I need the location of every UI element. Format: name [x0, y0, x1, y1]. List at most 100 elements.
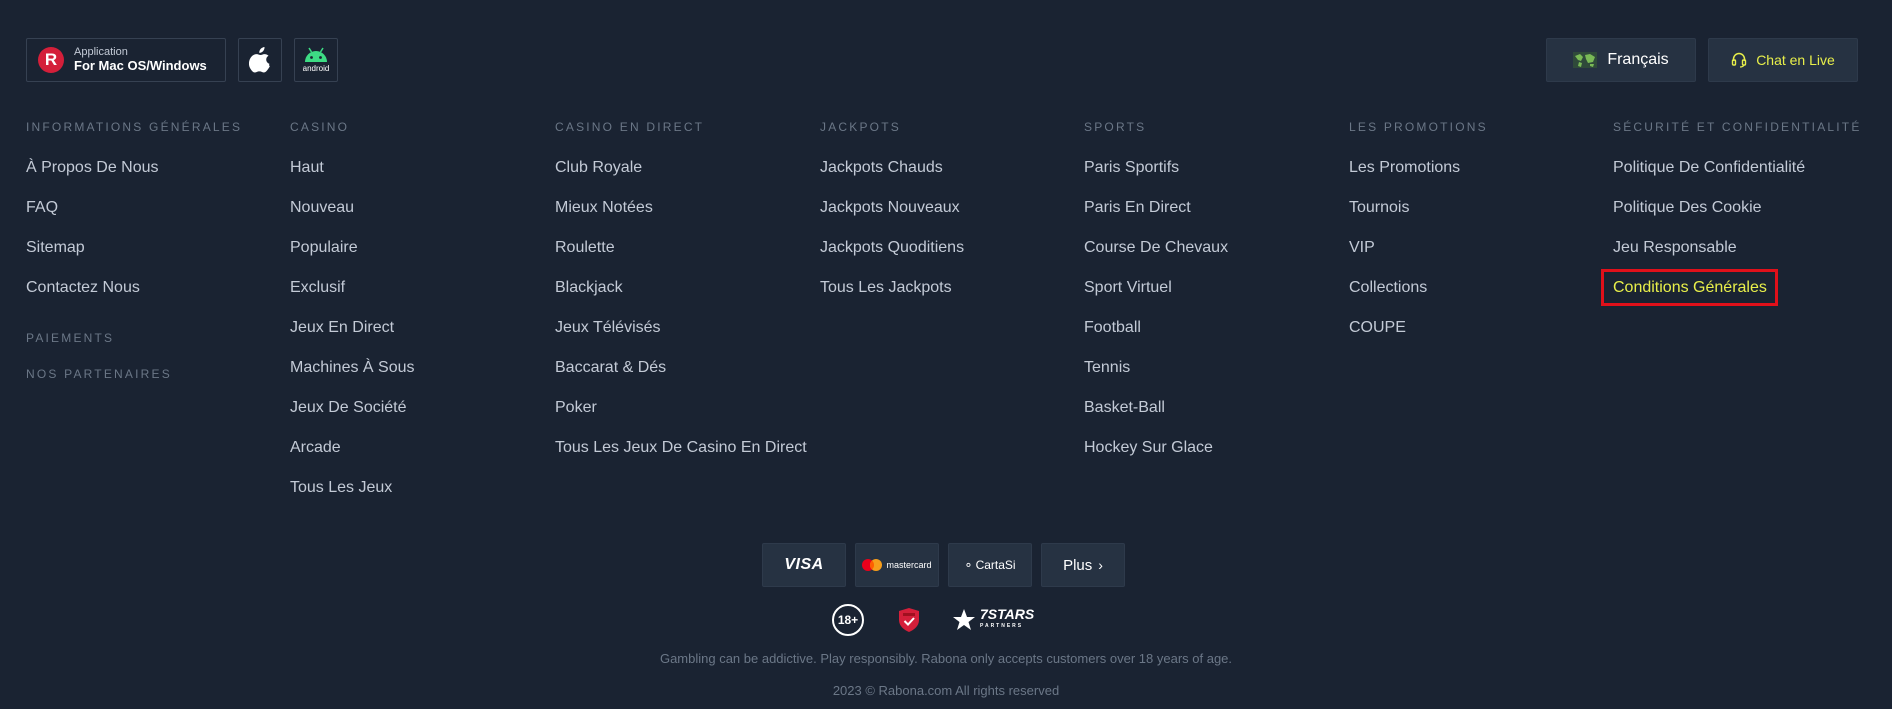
- footer-link[interactable]: Basket-Ball: [1084, 398, 1228, 438]
- footer-link-text[interactable]: Basket-Ball: [1084, 399, 1165, 416]
- payments-heading[interactable]: Paiements: [26, 331, 242, 345]
- footer-link[interactable]: Jeux Télévisés: [555, 318, 807, 358]
- footer-link[interactable]: Course De Chevaux: [1084, 238, 1228, 278]
- footer-link[interactable]: Paris En Direct: [1084, 198, 1228, 238]
- footer-link[interactable]: Sitemap: [26, 238, 242, 278]
- footer-link[interactable]: Contactez Nous: [26, 278, 242, 318]
- footer-link-text[interactable]: Tennis: [1084, 359, 1130, 376]
- footer-link-text[interactable]: FAQ: [26, 199, 58, 216]
- footer-link[interactable]: Hockey Sur Glace: [1084, 438, 1228, 478]
- footer-link-text[interactable]: À Propos De Nous: [26, 159, 159, 176]
- cartasi-logo[interactable]: ∘ CartaSi: [948, 543, 1032, 587]
- footer-link-text[interactable]: VIP: [1349, 239, 1375, 256]
- footer-link[interactable]: Collections: [1349, 278, 1488, 318]
- footer-link-text[interactable]: Jackpots Chauds: [820, 159, 943, 176]
- footer-link-text[interactable]: Jeu Responsable: [1613, 239, 1737, 256]
- footer-link-text[interactable]: Jeux De Société: [290, 399, 407, 416]
- footer-link[interactable]: À Propos De Nous: [26, 158, 242, 198]
- ios-app-button[interactable]: [238, 38, 282, 82]
- footer-link[interactable]: Paris Sportifs: [1084, 158, 1228, 198]
- footer-link-text[interactable]: Exclusif: [290, 279, 345, 296]
- footer-link[interactable]: Politique De Confidentialité: [1613, 158, 1862, 198]
- footer-link[interactable]: Nouveau: [290, 198, 415, 238]
- footer-link-text[interactable]: Politique Des Cookie: [1613, 199, 1762, 216]
- footer-link[interactable]: Jackpots Quoditiens: [820, 238, 964, 278]
- footer-topbar: R Application For Mac OS/Windows android: [26, 38, 1858, 82]
- visa-logo[interactable]: VISA: [762, 543, 846, 587]
- footer-link[interactable]: Football: [1084, 318, 1228, 358]
- footer-link[interactable]: Tous Les Jeux: [290, 478, 415, 518]
- footer-link-text[interactable]: Jackpots Nouveaux: [820, 199, 960, 216]
- footer-link-text[interactable]: Baccarat & Dés: [555, 359, 666, 376]
- live-chat-button[interactable]: Chat en Live: [1708, 38, 1858, 82]
- footer-link[interactable]: Tennis: [1084, 358, 1228, 398]
- footer-link-text[interactable]: Sitemap: [26, 239, 85, 256]
- footer-link-text[interactable]: Football: [1084, 319, 1141, 336]
- footer-link[interactable]: Politique Des Cookie: [1613, 198, 1862, 238]
- desktop-app-button[interactable]: R Application For Mac OS/Windows: [26, 38, 226, 82]
- footer-link[interactable]: Jackpots Nouveaux: [820, 198, 964, 238]
- link-list: Les Promotions Tournois VIP Collections …: [1349, 158, 1488, 358]
- footer-link[interactable]: Baccarat & Dés: [555, 358, 807, 398]
- footer-link[interactable]: FAQ: [26, 198, 242, 238]
- live-chat-label: Chat en Live: [1756, 52, 1835, 68]
- footer-link-text[interactable]: Haut: [290, 159, 324, 176]
- footer-link[interactable]: Les Promotions: [1349, 158, 1488, 198]
- footer-link[interactable]: VIP: [1349, 238, 1488, 278]
- footer-link[interactable]: Poker: [555, 398, 807, 438]
- footer-link-text[interactable]: Roulette: [555, 239, 615, 256]
- footer-link[interactable]: Roulette: [555, 238, 807, 278]
- footer-link-text[interactable]: COUPE: [1349, 319, 1406, 336]
- footer-link-text[interactable]: Collections: [1349, 279, 1427, 296]
- more-payments-button[interactable]: Plus ›: [1041, 543, 1125, 587]
- mastercard-logo[interactable]: mastercard: [855, 543, 939, 587]
- footer-link-text[interactable]: Poker: [555, 399, 597, 416]
- footer-link[interactable]: Haut: [290, 158, 415, 198]
- footer-link-text[interactable]: Paris En Direct: [1084, 199, 1191, 216]
- footer-link-text[interactable]: Hockey Sur Glace: [1084, 439, 1213, 456]
- footer-link-text[interactable]: Paris Sportifs: [1084, 159, 1179, 176]
- language-selector[interactable]: Français: [1546, 38, 1696, 82]
- footer-link-text[interactable]: Tournois: [1349, 199, 1409, 216]
- footer-link-text[interactable]: Machines À Sous: [290, 359, 415, 376]
- footer-link[interactable]: Tous Les Jeux De Casino En Direct: [555, 438, 807, 478]
- footer-link[interactable]: Club Royale: [555, 158, 807, 198]
- footer-link[interactable]: Jackpots Chauds: [820, 158, 964, 198]
- footer-link-text[interactable]: Jackpots Quoditiens: [820, 239, 964, 256]
- android-app-button[interactable]: android: [294, 38, 338, 82]
- footer-link-text[interactable]: Mieux Notées: [555, 199, 653, 216]
- footer-link-text[interactable]: Course De Chevaux: [1084, 239, 1228, 256]
- footer-link[interactable]: Populaire: [290, 238, 415, 278]
- footer-link[interactable]: Sport Virtuel: [1084, 278, 1228, 318]
- footer-link-text[interactable]: Politique De Confidentialité: [1613, 159, 1805, 176]
- footer-link[interactable]: COUPE: [1349, 318, 1488, 358]
- desktop-app-platforms: For Mac OS/Windows: [74, 57, 207, 73]
- footer-link-text[interactable]: Les Promotions: [1349, 159, 1460, 176]
- footer-link[interactable]: Jeux En Direct: [290, 318, 415, 358]
- footer-link-text[interactable]: Contactez Nous: [26, 279, 140, 296]
- footer-link[interactable]: Tournois: [1349, 198, 1488, 238]
- footer-link-text[interactable]: Jeux En Direct: [290, 319, 394, 336]
- footer-link-text[interactable]: Tous Les Jeux De Casino En Direct: [555, 439, 807, 456]
- footer-link-text[interactable]: Blackjack: [555, 279, 623, 296]
- footer-link-text[interactable]: Jeux Télévisés: [555, 319, 661, 336]
- footer-link-text[interactable]: Club Royale: [555, 159, 642, 176]
- footer-link[interactable]: Arcade: [290, 438, 415, 478]
- footer-link-text[interactable]: Populaire: [290, 239, 358, 256]
- footer-link[interactable]: Tous Les Jackpots: [820, 278, 964, 318]
- footer-link-text[interactable]: Tous Les Jackpots: [820, 279, 952, 296]
- column-casino: Casino Haut Nouveau Populaire Exclusif J…: [290, 120, 415, 518]
- footer-link-text[interactable]: Arcade: [290, 439, 341, 456]
- footer-link[interactable]: Blackjack: [555, 278, 807, 318]
- footer-link-text[interactable]: Tous Les Jeux: [290, 479, 392, 496]
- footer-link[interactable]: Exclusif: [290, 278, 415, 318]
- footer-link[interactable]: Mieux Notées: [555, 198, 807, 238]
- partners-heading[interactable]: Nos Partenaires: [26, 367, 242, 381]
- partner-7stars-logo[interactable]: 7STARS PARTNERS: [952, 607, 1034, 632]
- footer-link[interactable]: Conditions Générales: [1601, 269, 1862, 318]
- footer-link[interactable]: Jeux De Société: [290, 398, 415, 438]
- footer-link[interactable]: Machines À Sous: [290, 358, 415, 398]
- terms-link-highlighted[interactable]: Conditions Générales: [1601, 269, 1778, 306]
- footer-link-text[interactable]: Sport Virtuel: [1084, 279, 1172, 296]
- footer-link-text[interactable]: Nouveau: [290, 199, 354, 216]
